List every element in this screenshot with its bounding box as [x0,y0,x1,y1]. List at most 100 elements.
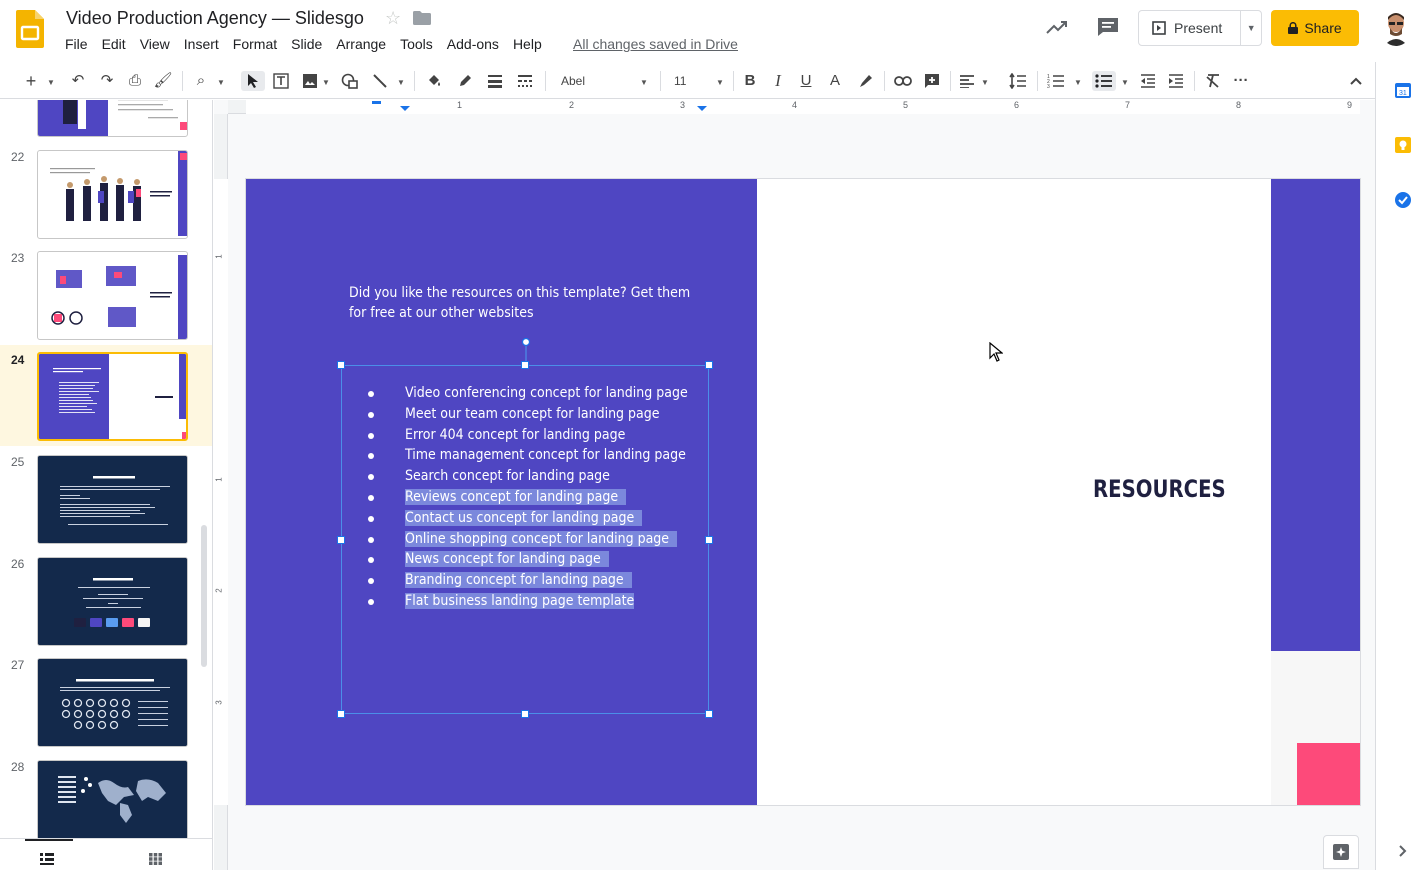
highlight-color-icon[interactable] [857,71,875,91]
new-slide-dropdown-chevron-icon[interactable]: ▼ [45,71,57,91]
menu-help[interactable]: Help [506,36,549,52]
folder-icon[interactable] [413,11,431,25]
bulleted-list-icon[interactable] [1092,71,1116,91]
menu-addons[interactable]: Add-ons [440,36,506,52]
expand-panel-chevron-icon[interactable] [1398,844,1408,858]
slide-thumbnail[interactable] [37,100,188,137]
menu-format[interactable]: Format [226,36,284,52]
align-dropdown-chevron-icon[interactable]: ▼ [979,71,991,91]
resize-handle[interactable] [705,710,713,718]
text-box-icon[interactable] [271,71,291,91]
border-weight-icon[interactable] [485,71,505,91]
mouse-pointer-icon [989,342,1003,362]
resize-handle[interactable] [521,361,529,369]
link-icon[interactable] [893,71,913,91]
resize-handle[interactable] [337,536,345,544]
text-box-selection-outline[interactable] [341,365,709,714]
purple-side-bar[interactable] [1271,179,1360,651]
menu-insert[interactable]: Insert [177,36,226,52]
slide-thumbnail[interactable] [37,557,188,646]
user-avatar[interactable] [1380,10,1412,46]
clear-formatting-icon[interactable] [1203,71,1223,91]
font-dropdown-chevron-icon[interactable]: ▼ [638,71,650,91]
ruler-tick-label: 2 [569,100,574,110]
italic-icon[interactable]: I [769,71,787,91]
menu-file[interactable]: File [58,36,95,52]
filmstrip-scrollbar[interactable] [201,525,207,667]
select-cursor-icon[interactable] [241,71,265,91]
resize-handle[interactable] [521,710,529,718]
new-slide-plus-icon[interactable]: + [24,71,38,91]
saved-status-link[interactable]: All changes saved in Drive [573,36,738,52]
decrease-indent-icon[interactable] [1138,71,1158,91]
toolbar-divider [545,71,546,91]
image-dropdown-chevron-icon[interactable]: ▼ [320,71,332,91]
resize-handle[interactable] [337,361,345,369]
text-color-icon[interactable]: A [826,71,844,91]
slide-thumbnail[interactable] [37,455,188,544]
slide-canvas[interactable]: Did you like the resources on this templ… [246,179,1360,805]
menu-arrange[interactable]: Arrange [329,36,393,52]
line-dropdown-chevron-icon[interactable]: ▼ [395,71,407,91]
slide-title[interactable]: RESOURCES [1093,475,1226,503]
align-icon[interactable] [958,71,976,91]
menu-slide[interactable]: Slide [284,36,329,52]
shape-icon[interactable] [340,71,360,91]
present-button[interactable]: Present ▼ [1138,10,1262,46]
slides-logo-icon[interactable] [16,10,44,48]
zoom-icon[interactable]: ⌕ [191,71,211,91]
present-dropdown-chevron-icon[interactable]: ▼ [1241,23,1261,33]
print-icon[interactable]: ⎙ [125,71,145,91]
menu-edit[interactable]: Edit [95,36,133,52]
slide-intro-text[interactable]: Did you like the resources on this templ… [349,283,709,323]
keep-bulb-icon[interactable] [1394,136,1412,154]
undo-icon[interactable]: ↶ [68,71,88,91]
toolbar-divider [733,71,734,91]
pink-accent-square[interactable] [1297,743,1360,805]
line-spacing-icon[interactable] [1008,71,1028,91]
slide-thumbnail-selected[interactable] [37,352,188,441]
slide-number: 27 [11,658,24,672]
bulleted-list-dropdown-chevron-icon[interactable]: ▼ [1119,71,1131,91]
redo-icon[interactable]: ↷ [97,71,117,91]
resize-handle[interactable] [337,710,345,718]
menu-tools[interactable]: Tools [393,36,440,52]
toolbar-divider [660,71,661,91]
menu-view[interactable]: View [133,36,177,52]
numbered-list-dropdown-chevron-icon[interactable]: ▼ [1072,71,1084,91]
slide-thumbnail[interactable] [37,150,188,239]
image-icon[interactable] [300,71,320,91]
line-icon[interactable] [370,71,390,91]
bold-icon[interactable]: B [741,71,759,91]
fill-color-icon[interactable] [424,71,444,91]
filmstrip-view-icon[interactable] [40,853,54,865]
slide-thumbnail[interactable] [37,251,188,340]
comment-icon[interactable] [1096,16,1120,38]
collapse-chevron-up-icon[interactable] [1346,71,1366,91]
share-button[interactable]: Share [1271,10,1359,46]
increase-indent-icon[interactable] [1166,71,1186,91]
grid-view-icon[interactable] [149,853,162,865]
paint-format-icon[interactable]: 🖌︎ [153,71,173,91]
resize-handle[interactable] [705,361,713,369]
horizontal-ruler[interactable]: 1 2 3 4 5 6 7 8 9 [228,100,1360,114]
underline-icon[interactable]: U [797,71,815,91]
border-color-icon[interactable] [455,71,475,91]
present-main[interactable]: Present [1139,11,1241,45]
tasks-check-icon[interactable] [1394,191,1412,209]
resize-handle[interactable] [705,536,713,544]
zoom-dropdown-chevron-icon[interactable]: ▼ [215,71,227,91]
font-size-dropdown-chevron-icon[interactable]: ▼ [714,71,726,91]
document-title[interactable]: Video Production Agency — Slidesgo [66,8,364,29]
more-options-icon[interactable]: ··· [1231,71,1251,91]
insert-comment-icon[interactable] [922,71,942,91]
vertical-ruler[interactable]: 1 1 2 3 [214,114,228,870]
numbered-list-icon[interactable]: 123 [1046,71,1066,91]
border-dash-icon[interactable] [515,71,535,91]
explore-button[interactable] [1323,835,1359,869]
slide-thumbnail[interactable] [37,760,188,840]
activity-trend-icon[interactable] [1045,17,1069,37]
calendar-icon[interactable]: 31 [1394,81,1412,99]
slide-thumbnail[interactable] [37,658,188,747]
star-icon[interactable]: ☆ [385,8,401,29]
